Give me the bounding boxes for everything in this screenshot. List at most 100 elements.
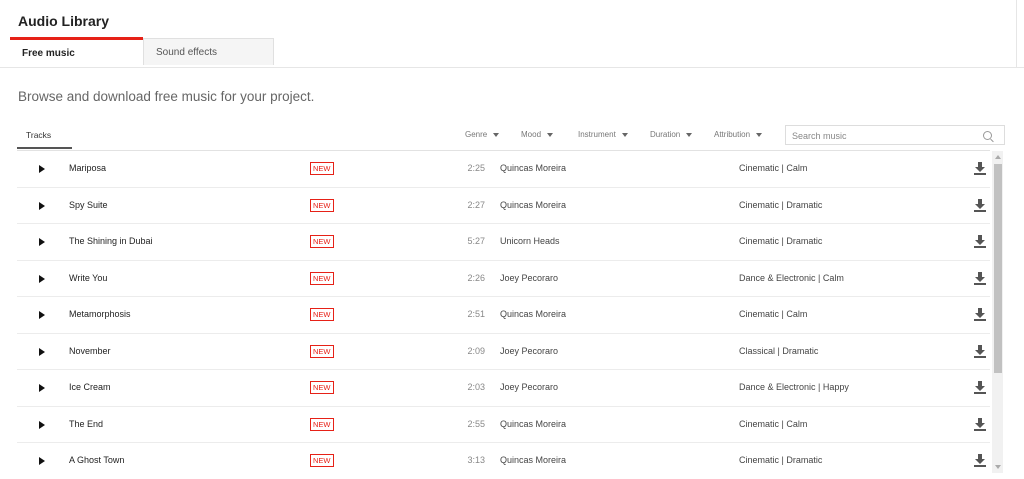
scrollbar-thumb[interactable] bbox=[994, 164, 1002, 373]
play-icon[interactable] bbox=[39, 347, 45, 356]
new-badge: NEW bbox=[310, 162, 334, 175]
play-icon[interactable] bbox=[39, 238, 45, 246]
play-icon[interactable] bbox=[39, 457, 45, 465]
track-title: The End bbox=[69, 418, 104, 429]
track-genre-mood: Cinematic | Dramatic bbox=[739, 455, 823, 465]
new-badge: NEW bbox=[310, 417, 334, 431]
app-title: Audio Library bbox=[18, 13, 110, 29]
track-artist: Quincas Moreira bbox=[500, 418, 567, 429]
track-title: Spy Suite bbox=[69, 199, 108, 210]
track-genre-mood: Cinematic | Calm bbox=[739, 163, 808, 173]
download-icon[interactable] bbox=[974, 308, 986, 321]
attribution-filter[interactable]: Attribution bbox=[714, 126, 763, 144]
caret-down-icon bbox=[756, 132, 763, 137]
mood-filter[interactable]: Mood bbox=[521, 126, 554, 144]
track-artist: Quincas Moreira bbox=[500, 309, 567, 319]
track-artist: Joey Pecoraro bbox=[500, 272, 559, 283]
track-duration: 2:09 bbox=[467, 345, 485, 356]
caret-down-icon bbox=[493, 132, 500, 137]
tab-bar: Free music Sound effects bbox=[10, 37, 274, 67]
track-genre-mood: Cinematic | Calm bbox=[739, 418, 808, 429]
track-genre-mood: Cinematic | Dramatic bbox=[739, 236, 823, 246]
track-row[interactable]: Metamorphosis NEW 2:51 Quincas Moreira Cinem… bbox=[17, 296, 990, 333]
header: Audio Library Free music Sound effects bbox=[0, 0, 1024, 68]
track-title: November bbox=[69, 345, 111, 356]
new-badge: NEW bbox=[310, 308, 334, 321]
mood-filter-label: Mood bbox=[521, 130, 542, 139]
download-icon[interactable] bbox=[974, 198, 986, 212]
new-badge: NEW bbox=[310, 381, 334, 394]
new-badge: NEW bbox=[310, 271, 334, 285]
track-title: Ice Cream bbox=[69, 382, 111, 392]
track-duration: 2:26 bbox=[467, 272, 485, 283]
track-row[interactable]: Mariposa NEW 2:25 Quincas Moreira Cinematic … bbox=[17, 150, 990, 187]
play-icon[interactable] bbox=[39, 274, 45, 283]
search-input[interactable] bbox=[786, 127, 977, 145]
track-duration: 2:55 bbox=[467, 418, 485, 429]
track-row[interactable]: The Shining in Dubai NEW 5:27 Unicorn Heads… bbox=[17, 223, 990, 260]
track-genre-mood: Dance & Electronic | Calm bbox=[739, 272, 844, 283]
caret-down-icon bbox=[621, 132, 628, 137]
track-duration: 2:25 bbox=[467, 163, 485, 173]
download-icon[interactable] bbox=[974, 417, 986, 431]
track-artist: Quincas Moreira bbox=[500, 199, 567, 210]
instrument-filter[interactable]: Instrument bbox=[578, 126, 628, 144]
track-duration: 5:27 bbox=[467, 236, 485, 246]
track-genre-mood: Dance & Electronic | Happy bbox=[739, 382, 849, 392]
download-icon[interactable] bbox=[974, 271, 986, 285]
track-genre-mood: Cinematic | Calm bbox=[739, 309, 808, 319]
download-icon[interactable] bbox=[974, 235, 986, 248]
track-duration: 2:51 bbox=[467, 309, 485, 319]
instrument-filter-label: Instrument bbox=[578, 130, 616, 139]
attribution-filter-label: Attribution bbox=[714, 130, 751, 139]
track-row[interactable]: November NEW 2:09 Joey Pecoraro Classical | … bbox=[17, 332, 990, 370]
caret-down-icon bbox=[547, 132, 554, 137]
play-icon[interactable] bbox=[39, 311, 45, 319]
track-title: Mariposa bbox=[69, 163, 107, 173]
track-title: Write You bbox=[69, 272, 108, 283]
track-row[interactable]: Spy Suite NEW 2:27 Quincas Moreira Cinematic… bbox=[17, 186, 990, 224]
download-icon[interactable] bbox=[974, 162, 986, 175]
genre-filter-label: Genre bbox=[465, 130, 488, 139]
track-duration: 2:27 bbox=[467, 199, 485, 210]
track-artist: Unicorn Heads bbox=[500, 236, 560, 246]
scroll-down-arrow-icon[interactable] bbox=[995, 465, 1001, 469]
play-icon[interactable] bbox=[39, 201, 45, 210]
track-row[interactable]: Write You NEW 2:26 Joey Pecoraro Dance & Ele… bbox=[17, 259, 990, 297]
track-duration: 2:03 bbox=[467, 382, 485, 392]
download-icon[interactable] bbox=[974, 381, 986, 394]
duration-filter[interactable]: Duration bbox=[650, 126, 693, 144]
play-icon[interactable] bbox=[39, 384, 45, 392]
track-genre-mood: Classical | Dramatic bbox=[739, 345, 819, 356]
track-title: The Shining in Dubai bbox=[69, 236, 153, 246]
tab-tracks[interactable]: Tracks bbox=[17, 127, 72, 149]
new-badge: NEW bbox=[310, 454, 334, 467]
play-icon[interactable] bbox=[39, 165, 45, 173]
tab-sound-effects[interactable]: Sound effects bbox=[143, 38, 274, 65]
track-artist: Joey Pecoraro bbox=[500, 345, 559, 356]
divider bbox=[1016, 0, 1017, 67]
tab-free-music[interactable]: Free music bbox=[10, 37, 143, 64]
new-badge: NEW bbox=[310, 198, 334, 212]
search-icon[interactable] bbox=[983, 131, 992, 140]
scrollbar[interactable] bbox=[992, 151, 1003, 473]
new-badge: NEW bbox=[310, 344, 334, 358]
track-artist: Quincas Moreira bbox=[500, 455, 567, 465]
track-row[interactable]: Ice Cream NEW 2:03 Joey Pecoraro Dance & Ele… bbox=[17, 369, 990, 406]
track-row[interactable]: The End NEW 2:55 Quincas Moreira Cinematic |… bbox=[17, 405, 990, 443]
download-icon[interactable] bbox=[974, 454, 986, 467]
download-icon[interactable] bbox=[974, 344, 986, 358]
new-badge: NEW bbox=[310, 235, 334, 248]
track-title: A Ghost Town bbox=[69, 455, 125, 465]
track-row[interactable]: A Ghost Town NEW 3:13 Quincas Moreira Cinema… bbox=[17, 442, 990, 479]
track-list: Mariposa NEW 2:25 Quincas Moreira Cinematic … bbox=[17, 150, 990, 479]
search-box bbox=[785, 125, 1005, 145]
track-title: Metamorphosis bbox=[69, 309, 131, 319]
caret-down-icon bbox=[686, 132, 693, 137]
genre-filter[interactable]: Genre bbox=[465, 126, 500, 144]
duration-filter-label: Duration bbox=[650, 130, 681, 139]
track-artist: Joey Pecoraro bbox=[500, 382, 559, 392]
play-icon[interactable] bbox=[39, 420, 45, 429]
track-duration: 3:13 bbox=[467, 455, 485, 465]
scroll-up-arrow-icon[interactable] bbox=[995, 155, 1001, 159]
